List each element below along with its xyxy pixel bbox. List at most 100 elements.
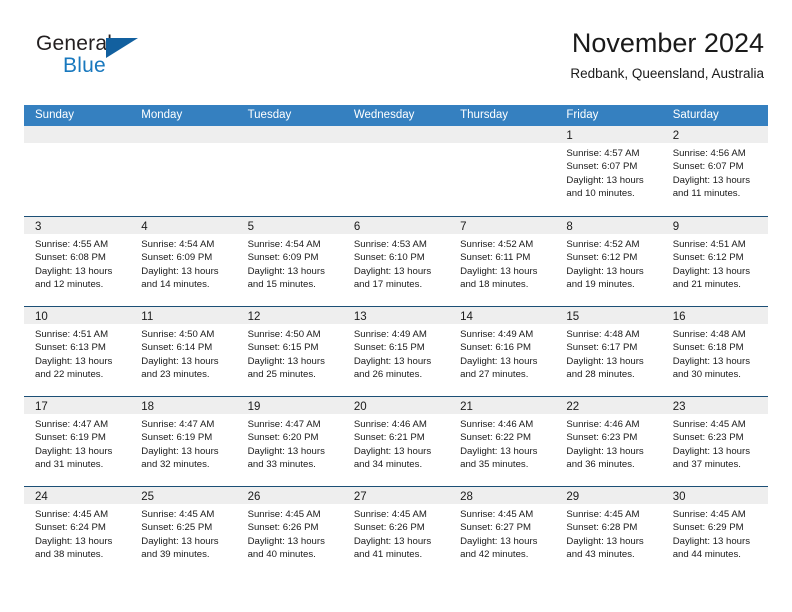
day-detail-line: Daylight: 13 hours	[672, 355, 751, 367]
day-cell[interactable]: 12 Sunrise: 4:50 AM Sunset: 6:15 PM Dayligh…	[236, 307, 343, 396]
day-detail-line: and 19 minutes.	[566, 278, 635, 290]
day-number-band: 12	[236, 307, 343, 324]
day-cell[interactable]: 27 Sunrise: 4:45 AM Sunset: 6:26 PM Dayligh…	[342, 487, 450, 576]
day-number: 17	[35, 401, 48, 413]
day-number: 29	[566, 491, 580, 503]
day-cell[interactable]: 14 Sunrise: 4:49 AM Sunset: 6:16 PM Dayligh…	[449, 307, 556, 396]
day-number-band: 30	[661, 487, 768, 504]
brand-logo[interactable]: General Blue	[36, 32, 166, 82]
day-cell[interactable]: 10 Sunrise: 4:51 AM Sunset: 6:13 PM Dayligh…	[24, 307, 131, 396]
day-number: 8	[566, 221, 573, 233]
day-detail-line: and 17 minutes.	[353, 278, 423, 290]
day-cell[interactable]: 9 Sunrise: 4:51 AM Sunset: 6:12 PM Daylight…	[661, 217, 768, 306]
day-number: 11	[141, 311, 154, 323]
day-cell[interactable]: 26 Sunrise: 4:45 AM Sunset: 6:26 PM Dayligh…	[236, 487, 343, 576]
day-detail-line: Sunrise: 4:53 AM	[353, 239, 427, 250]
day-cell[interactable]: 3 Sunrise: 4:55 AM Sunset: 6:08 PM Daylight…	[24, 217, 131, 306]
day-cell[interactable]: 25 Sunrise: 4:45 AM Sunset: 6:25 PM Dayligh…	[130, 487, 237, 576]
day-cell[interactable]: 23 Sunrise: 4:45 AM Sunset: 6:23 PM Dayligh…	[661, 397, 768, 486]
day-detail-line: and 11 minutes.	[672, 187, 741, 199]
triangle-flag-icon	[106, 38, 138, 58]
day-cell[interactable]: 18 Sunrise: 4:47 AM Sunset: 6:19 PM Dayligh…	[130, 397, 237, 486]
day-detail-line: Daylight: 13 hours	[141, 445, 219, 457]
day-detail-line: Sunrise: 4:48 AM	[672, 329, 746, 340]
day-detail-line: Sunrise: 4:49 AM	[353, 329, 427, 340]
day-detail-line: Sunset: 6:11 PM	[460, 252, 531, 264]
day-cell[interactable]: 28 Sunrise: 4:45 AM Sunset: 6:27 PM Dayligh…	[449, 487, 556, 576]
day-cell-empty	[449, 126, 556, 216]
day-detail-line: Daylight: 13 hours	[672, 535, 751, 547]
day-detail-line: Sunset: 6:18 PM	[672, 342, 744, 354]
day-detail-line: Sunset: 6:26 PM	[247, 522, 319, 534]
day-detail-line: Sunset: 6:20 PM	[247, 432, 319, 444]
day-cell[interactable]: 8 Sunrise: 4:52 AM Sunset: 6:12 PM Daylight…	[555, 217, 662, 306]
day-detail-line: and 14 minutes.	[141, 278, 210, 290]
day-number: 24	[35, 491, 48, 503]
day-cell[interactable]: 16 Sunrise: 4:48 AM Sunset: 6:18 PM Dayligh…	[661, 307, 768, 396]
day-number: 1	[566, 130, 573, 142]
weekday-header-friday: Friday	[566, 109, 599, 121]
day-cell[interactable]: 5 Sunrise: 4:54 AM Sunset: 6:09 PM Daylight…	[236, 217, 343, 306]
day-detail-line: Sunset: 6:19 PM	[141, 432, 213, 444]
day-details	[237, 143, 343, 147]
day-details: Sunrise: 4:51 AM Sunset: 6:13 PM Daylight:…	[24, 324, 130, 381]
day-detail-line: Sunrise: 4:51 AM	[672, 239, 746, 250]
day-cell[interactable]: 7 Sunrise: 4:52 AM Sunset: 6:11 PM Daylight…	[449, 217, 556, 306]
day-number-band: 11	[130, 307, 237, 324]
day-detail-line: Sunset: 6:24 PM	[35, 522, 106, 534]
day-number: 15	[566, 311, 580, 323]
day-number-band: 27	[342, 487, 450, 504]
day-number-band: 5	[236, 217, 343, 234]
day-cell[interactable]: 19 Sunrise: 4:47 AM Sunset: 6:20 PM Dayligh…	[236, 397, 343, 486]
day-cell[interactable]: 4 Sunrise: 4:54 AM Sunset: 6:09 PM Daylight…	[130, 217, 237, 306]
title-block: November 2024 Redbank, Queensland, Austr…	[570, 26, 764, 84]
day-cell[interactable]: 1 Sunrise: 4:57 AM Sunset: 6:07 PM Daylight…	[555, 126, 662, 216]
day-cell[interactable]: 20 Sunrise: 4:46 AM Sunset: 6:21 PM Dayligh…	[342, 397, 450, 486]
day-cell[interactable]: 29 Sunrise: 4:45 AM Sunset: 6:28 PM Dayligh…	[555, 487, 662, 576]
day-detail-line: Sunrise: 4:56 AM	[672, 148, 746, 159]
day-cell[interactable]: 21 Sunrise: 4:46 AM Sunset: 6:22 PM Dayligh…	[449, 397, 556, 486]
day-detail-line: Sunset: 6:13 PM	[35, 342, 106, 354]
weekday-header-sunday: Sunday	[35, 109, 75, 121]
day-detail-line: Daylight: 13 hours	[460, 535, 538, 547]
day-detail-line: Sunrise: 4:45 AM	[460, 509, 534, 520]
weekday-header-row: Sunday Monday Tuesday Wednesday Thursday…	[24, 105, 768, 126]
day-number: 25	[141, 491, 155, 503]
day-cell[interactable]: 24 Sunrise: 4:45 AM Sunset: 6:24 PM Dayligh…	[24, 487, 131, 576]
day-number: 14	[460, 311, 473, 323]
day-detail-line: Sunrise: 4:45 AM	[672, 509, 746, 520]
day-cell[interactable]: 22 Sunrise: 4:46 AM Sunset: 6:23 PM Dayligh…	[555, 397, 662, 486]
day-cell-empty	[342, 126, 450, 216]
day-number-band	[236, 126, 343, 143]
day-cell[interactable]: 11 Sunrise: 4:50 AM Sunset: 6:14 PM Dayligh…	[130, 307, 237, 396]
day-detail-line: and 30 minutes.	[672, 368, 741, 380]
day-detail-line: Daylight: 13 hours	[353, 355, 432, 367]
day-details: Sunrise: 4:47 AM Sunset: 6:19 PM Daylight:…	[24, 414, 130, 471]
day-cell[interactable]: 2 Sunrise: 4:56 AM Sunset: 6:07 PM Daylight…	[661, 126, 768, 216]
day-detail-line: Daylight: 13 hours	[672, 174, 751, 186]
day-cell[interactable]: 13 Sunrise: 4:49 AM Sunset: 6:15 PM Dayligh…	[342, 307, 450, 396]
day-details	[130, 143, 236, 147]
day-detail-line: Sunrise: 4:55 AM	[35, 239, 109, 250]
day-number: 22	[566, 401, 580, 413]
day-number-band: 28	[449, 487, 556, 504]
brand-name-blue: Blue	[63, 54, 106, 77]
day-cell[interactable]: 30 Sunrise: 4:45 AM Sunset: 6:29 PM Dayligh…	[661, 487, 768, 576]
day-details	[449, 143, 555, 147]
day-detail-line: Sunset: 6:09 PM	[141, 252, 213, 264]
day-detail-line: Sunrise: 4:45 AM	[353, 509, 427, 520]
day-details: Sunrise: 4:50 AM Sunset: 6:15 PM Daylight:…	[237, 324, 343, 381]
day-cell[interactable]: 6 Sunrise: 4:53 AM Sunset: 6:10 PM Daylight…	[342, 217, 450, 306]
day-detail-line: Sunrise: 4:57 AM	[566, 148, 640, 159]
day-detail-line: Sunrise: 4:48 AM	[566, 329, 640, 340]
day-number-band: 6	[342, 217, 450, 234]
day-detail-line: and 21 minutes.	[672, 278, 741, 290]
calendar-weeks: 1 Sunrise: 4:57 AM Sunset: 6:07 PM Daylight…	[24, 126, 768, 576]
brand-name-general: General	[36, 32, 113, 55]
day-detail-line: Sunrise: 4:47 AM	[247, 419, 321, 430]
day-cell[interactable]: 17 Sunrise: 4:47 AM Sunset: 6:19 PM Dayligh…	[24, 397, 131, 486]
weekday-header-monday: Monday	[141, 109, 183, 121]
day-cell[interactable]: 15 Sunrise: 4:48 AM Sunset: 6:17 PM Dayligh…	[555, 307, 662, 396]
calendar-week-row: 1 Sunrise: 4:57 AM Sunset: 6:07 PM Daylight…	[24, 126, 768, 216]
day-detail-line: Sunset: 6:22 PM	[460, 432, 532, 444]
